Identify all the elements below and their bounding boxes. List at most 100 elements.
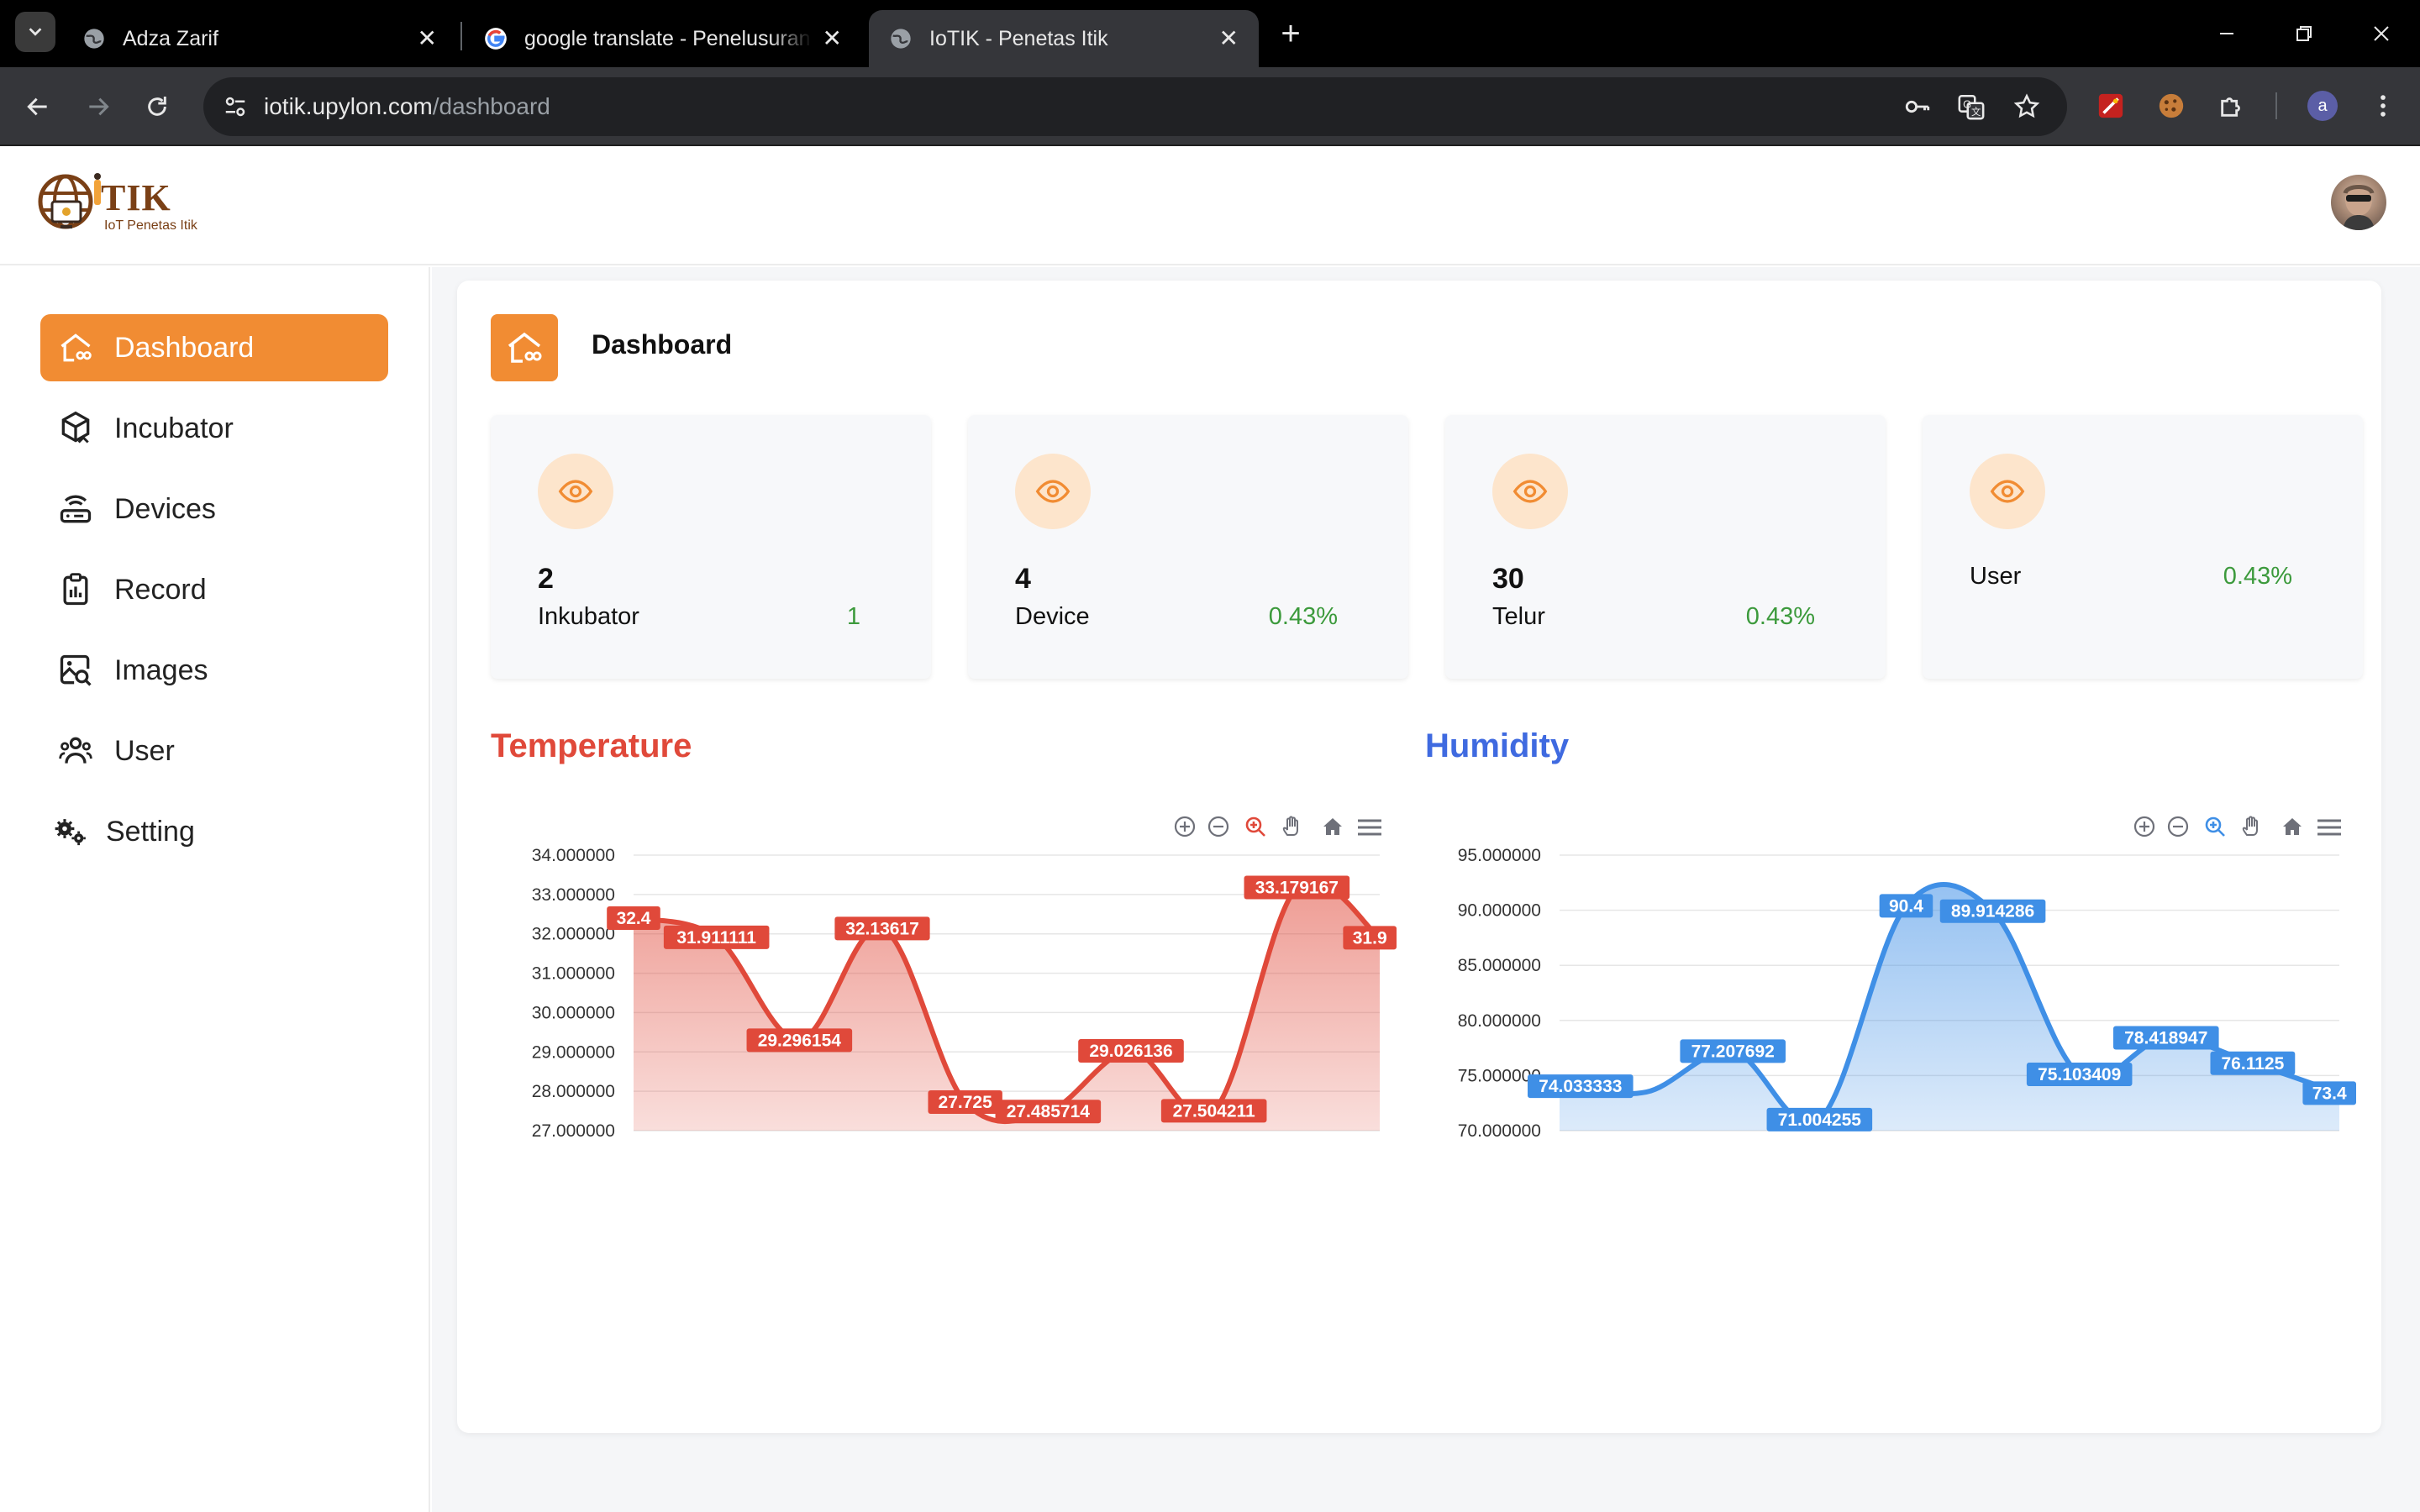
chart-menu-icon[interactable] — [1358, 819, 1381, 836]
pan-hand-shape[interactable] — [2242, 816, 2258, 836]
sidebar-item-setting[interactable]: Setting — [40, 798, 388, 865]
reset-home-icon[interactable] — [1323, 818, 1342, 835]
zoom-out-icon[interactable] — [2167, 816, 2189, 837]
chevron-down-icon — [29, 28, 42, 36]
bookmark-star-icon[interactable] — [2010, 90, 2044, 123]
zoom-select-handle[interactable] — [1250, 822, 1265, 837]
reset-home-icon[interactable] — [2283, 818, 2302, 835]
back-button[interactable] — [17, 86, 59, 128]
data-label: 90.4 — [1879, 894, 1933, 918]
url-host: iotik.upylon.com — [264, 93, 433, 119]
translate-icon[interactable]: G文 — [1954, 90, 1988, 123]
sidebar-item-record[interactable]: Record — [40, 556, 388, 623]
stat-change: 0.43% — [1745, 603, 1815, 630]
data-label-text: 74.033333 — [1539, 1077, 1622, 1096]
data-label: 78.418947 — [2112, 1026, 2219, 1050]
humidity-chart: 95.00000090.00000085.00000080.00000075.0… — [1450, 816, 2356, 1137]
sidebar-item-user[interactable]: User — [40, 717, 388, 785]
stat-label: Device — [1015, 603, 1090, 630]
close-icon[interactable]: ✕ — [823, 27, 842, 50]
y-tick-label: 30.000000 — [532, 1003, 615, 1022]
chart-menu-lines[interactable] — [2317, 819, 2341, 836]
y-tick-label: 34.000000 — [532, 846, 615, 865]
sidebar-item-label: User — [114, 734, 175, 767]
logo-text: TIK — [101, 177, 171, 218]
sidebar-item-dashboard[interactable]: Dashboard — [40, 314, 388, 381]
stat-change: 0.43% — [1268, 603, 1338, 630]
browser-tab-1[interactable]: google translate - Penelusuran Google ✕ — [464, 10, 862, 67]
zoom-select-icon[interactable] — [2205, 816, 2225, 837]
app-logo[interactable]: TIK IoT Penetas Itik — [37, 171, 222, 242]
y-tick-label: 28.000000 — [532, 1082, 615, 1101]
data-label: 89.914286 — [1939, 899, 2046, 923]
sidebar-item-incubator[interactable]: Incubator — [40, 395, 388, 462]
minimize-button[interactable] — [2207, 15, 2247, 52]
restore-button[interactable] — [2284, 15, 2324, 52]
reload-button[interactable] — [136, 86, 178, 128]
data-label: 29.296154 — [746, 1028, 853, 1053]
browser-tab-0[interactable]: Adza Zarif ✕ — [62, 10, 457, 67]
extensions-puzzle-icon[interactable] — [2215, 89, 2249, 123]
tab-title: google translate - Penelusuran Google — [524, 26, 813, 50]
globe-icon — [84, 29, 104, 49]
close-icon[interactable]: ✕ — [418, 27, 437, 50]
zoom-in-icon[interactable] — [2133, 816, 2155, 837]
zoom-select-icon[interactable] — [1245, 816, 1265, 837]
close-icon[interactable]: ✕ — [1219, 27, 1239, 50]
sidebar-item-images[interactable]: Images — [40, 637, 388, 704]
stat-card-device: 4 Device 0.43% — [968, 415, 1408, 679]
sidebar-item-label: Incubator — [114, 412, 234, 444]
tab-title: IoTIK - Penetas Itik — [929, 26, 1108, 50]
chart-menu-lines[interactable] — [1358, 819, 1381, 836]
zoom-out-icon[interactable] — [1207, 816, 1229, 837]
pan-hand-icon[interactable] — [1282, 816, 1298, 836]
zoom-in-plus[interactable] — [2139, 822, 2149, 832]
sidebar-item-devices[interactable]: Devices — [40, 475, 388, 543]
pan-hand-shape[interactable] — [1282, 816, 1298, 836]
arrow-right-icon — [89, 97, 109, 116]
reset-home-shape[interactable] — [1323, 818, 1342, 835]
user-avatar[interactable] — [2331, 175, 2386, 230]
chart-toolbar — [2133, 816, 2341, 837]
tab-search-button[interactable] — [15, 12, 55, 52]
data-label: 27.485714 — [995, 1100, 1102, 1124]
temperature-chart-title: Temperature — [491, 727, 692, 764]
forward-button[interactable] — [77, 86, 119, 128]
pan-hand-icon[interactable] — [2242, 816, 2258, 836]
data-label: 27.725 — [928, 1090, 1002, 1115]
data-label: 71.004255 — [1766, 1107, 1873, 1131]
cookie-icon[interactable] — [2154, 89, 2188, 123]
site-info-icon[interactable] — [218, 90, 252, 123]
home-icon — [55, 328, 96, 368]
data-label-text: 31.9 — [1353, 928, 1387, 948]
stat-change: 1 — [846, 603, 860, 630]
zoom-in-plus[interactable] — [1180, 822, 1190, 832]
humidity-chart-title: Humidity — [1425, 727, 1570, 764]
chart-menu-icon[interactable] — [2317, 819, 2341, 836]
tab-divider — [460, 22, 462, 50]
zoom-in-icon[interactable] — [1174, 816, 1196, 837]
data-label-text: 33.179167 — [1255, 878, 1339, 897]
profile-avatar[interactable]: a — [2306, 89, 2339, 123]
extension-red-icon[interactable] — [2094, 89, 2128, 123]
reset-home-shape[interactable] — [2283, 818, 2302, 835]
dashboard-card: Dashboard 2 Inkubator 1 4 Device 0.43% 3… — [457, 281, 2381, 1433]
close-icon — [2374, 26, 2389, 41]
browser-menu-button[interactable] — [2366, 89, 2400, 123]
url-text[interactable]: iotik.upylon.com/dashboard — [264, 77, 550, 136]
zoom-select-handle[interactable] — [2210, 822, 2225, 837]
tab-title: Adza Zarif — [123, 26, 218, 50]
new-tab-button[interactable]: + — [1274, 15, 1307, 52]
address-bar[interactable]: iotik.upylon.com/dashboard G文 — [203, 77, 2067, 136]
y-tick-label: 32.000000 — [532, 925, 615, 944]
url-path: /dashboard — [432, 93, 550, 119]
password-key-icon[interactable] — [1901, 90, 1934, 123]
kebab-menu-icon — [2381, 95, 2386, 117]
svg-text:文: 文 — [1971, 106, 1981, 118]
stat-value: 30 — [1492, 563, 1524, 595]
box-icon — [55, 408, 96, 449]
browser-tab-2[interactable]: IoTIK - Penetas Itik ✕ — [869, 10, 1259, 67]
data-label: 29.026136 — [1078, 1039, 1184, 1063]
close-window-button[interactable] — [2361, 15, 2402, 52]
data-label-text: 76.1125 — [2222, 1054, 2285, 1074]
